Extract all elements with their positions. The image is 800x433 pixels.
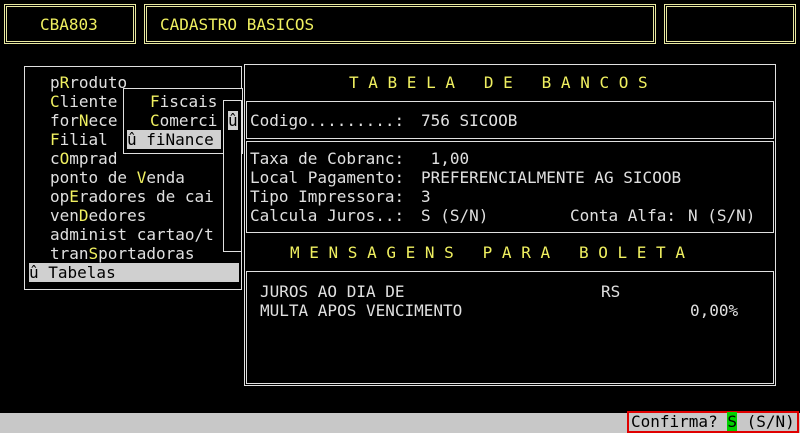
message-line-1-value[interactable]: RS [601, 282, 620, 301]
confirm-options: (S/N) [736, 412, 795, 431]
message-line-2[interactable]: MULTA APOS VENCIMENTO [260, 301, 462, 320]
menu-item-text: radores de cai [78, 187, 214, 206]
menu-item-text: administ cartao/t [50, 225, 214, 244]
submenu-item[interactable]: Fiscais [150, 92, 217, 111]
menu-item-hotkey: E [69, 187, 79, 206]
message-line-2-value[interactable]: 0,00% [690, 301, 738, 320]
menu-item[interactable]: forNece [50, 111, 117, 130]
confirm-input[interactable]: S [727, 412, 737, 431]
message-line-1[interactable]: JUROS AO DIA DE [260, 282, 405, 301]
menu-item[interactable]: venDedores [50, 206, 146, 225]
tipo-label: Tipo Impressora: [250, 187, 414, 206]
confirm-prompt[interactable]: Confirma? S (S/N) [627, 411, 799, 433]
program-title: CADASTRO BASICOS [160, 15, 315, 34]
menu-item-text: tran [50, 244, 89, 263]
menu-item-text: ponto de [50, 168, 137, 187]
menu-item[interactable]: tranSportadoras [50, 244, 195, 263]
menu-item-hotkey: V [136, 168, 147, 187]
menu-item-text: edores [88, 206, 147, 225]
menu-item-text: ven [50, 206, 79, 225]
local-label: Local Pagamento: [250, 168, 414, 187]
codigo-field[interactable]: 756 SICOOB [421, 111, 517, 130]
conta-alfa-field[interactable]: N (S/N) [688, 206, 755, 225]
confirm-label: Confirma? [631, 412, 728, 431]
local-field[interactable]: PREFERENCIALMENTE AG SICOOB [421, 168, 681, 187]
header-right-box [664, 4, 796, 44]
menu-item-text: portadoras [98, 244, 195, 263]
menu-item[interactable]: cOmprad [50, 149, 117, 168]
menu-item-hotkey: D [78, 206, 89, 225]
menu-item-tabelas[interactable]: û Tabelas [29, 263, 239, 282]
submenu-item[interactable]: Comerci [150, 111, 217, 130]
submenu-item-hotkey: F [150, 92, 160, 111]
juros-field[interactable]: S (S/N) [421, 206, 488, 225]
menu-item[interactable]: opEradores de cai [50, 187, 214, 206]
menu-item-hotkey: O [59, 149, 70, 168]
menu-item-text: c [50, 149, 60, 168]
juros-label: Calcula Juros..: [250, 206, 414, 225]
menu-item-hotkey: S [88, 244, 99, 263]
menu-item-text: enda [146, 168, 185, 187]
menu-item[interactable]: ponto de Venda [50, 168, 185, 187]
menu-item-text: ece [88, 111, 118, 130]
menu-item-hotkey: R [59, 73, 70, 92]
bank-table-title: T A B E L A D E B A N C O S [349, 73, 648, 92]
submenu-item-text: iscais [159, 92, 218, 111]
menu-item-text: liente [59, 92, 118, 111]
menu-item-text: roduto [69, 73, 128, 92]
codigo-label: Codigo.........: [250, 111, 414, 130]
submenu-item-text: omerci [159, 111, 218, 130]
submenu-item-finance[interactable]: û fiNance [127, 130, 221, 149]
messages-title: M E N S A G E N S P A R A B O L E T A [290, 243, 685, 262]
menu-item-text: ilial [59, 130, 108, 149]
taxa-field[interactable]: 1,00 [421, 149, 470, 168]
menu-item[interactable]: administ cartao/t [50, 225, 214, 244]
menu-item-text: p [50, 73, 60, 92]
menu-item[interactable]: Filial [50, 130, 108, 149]
menu-item[interactable]: pRroduto [50, 73, 127, 92]
taxa-label: Taxa de Cobranc: [250, 149, 414, 168]
menu-item-hotkey: F [50, 130, 60, 149]
scroll-arrow-icon[interactable]: û [228, 111, 238, 130]
submenu-item-hotkey: C [150, 111, 160, 130]
menu-item-text: for [50, 111, 79, 130]
conta-alfa-label: Conta Alfa: [570, 206, 686, 225]
menu-item-hotkey: C [50, 92, 60, 111]
program-code: CBA803 [40, 15, 98, 34]
menu-item-hotkey: N [78, 111, 89, 130]
menu-item[interactable]: Cliente [50, 92, 117, 111]
menu-item-text: op [50, 187, 70, 206]
tipo-field[interactable]: 3 [421, 187, 431, 206]
menu-item-text: mprad [69, 149, 118, 168]
